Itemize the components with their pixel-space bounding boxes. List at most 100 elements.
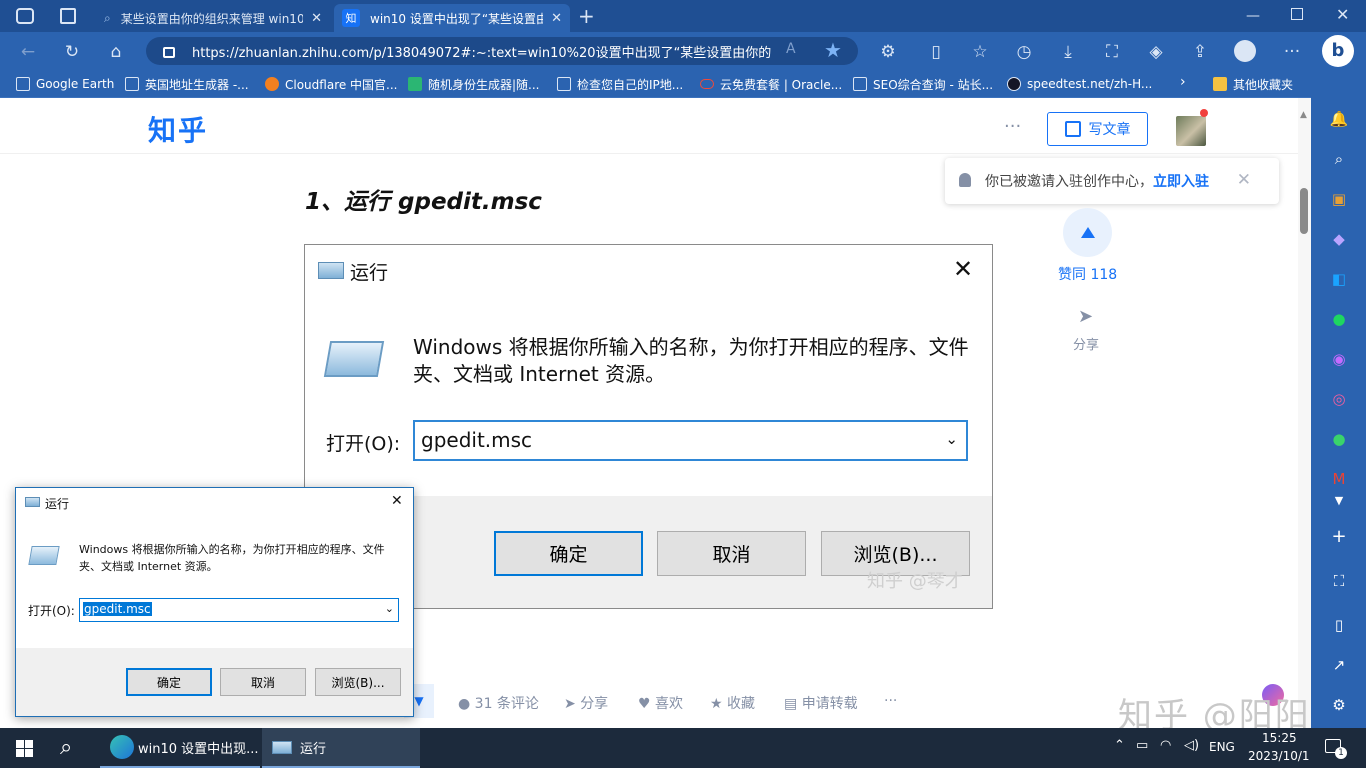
paper-plane-icon[interactable]: ➤ bbox=[1078, 306, 1093, 327]
image-cancel-button: 取消 bbox=[657, 531, 806, 576]
outlook-icon[interactable]: ◧ bbox=[1328, 268, 1350, 290]
close-icon[interactable]: ✕ bbox=[1237, 170, 1251, 190]
capture-icon[interactable]: ⛶ bbox=[1328, 570, 1350, 592]
run-program-icon bbox=[28, 546, 60, 565]
upvote-count: 赞同 118 bbox=[1058, 267, 1118, 283]
fav-google-earth[interactable]: Google Earth bbox=[16, 75, 114, 93]
ok-button[interactable]: 确定 bbox=[126, 668, 212, 696]
zhihu-logo[interactable]: 知乎 bbox=[148, 109, 208, 149]
extensions-icon[interactable]: ⚙ bbox=[876, 40, 900, 64]
messenger-icon[interactable]: ◉ bbox=[1328, 348, 1350, 370]
sidebar-toggle-icon[interactable]: ▯ bbox=[1328, 614, 1350, 636]
share-label[interactable]: 分享 bbox=[1073, 334, 1099, 353]
restore-icon[interactable] bbox=[1291, 8, 1303, 20]
fav-random-identity[interactable]: 随机身份生成器|随... bbox=[408, 75, 540, 93]
refresh-icon[interactable]: ↻ bbox=[60, 40, 84, 64]
triangle-up-icon bbox=[1080, 227, 1095, 238]
avatar[interactable] bbox=[1176, 116, 1206, 146]
security-icon[interactable]: ◈ bbox=[1144, 40, 1168, 64]
collect-button[interactable]: ★ 收藏 bbox=[710, 693, 755, 713]
fav-cloudflare[interactable]: Cloudflare 中国官... bbox=[265, 75, 398, 93]
like-button[interactable]: ♥ 喜欢 bbox=[638, 693, 683, 713]
page-icon bbox=[125, 77, 139, 91]
repost-button[interactable]: ▤ 申请转载 bbox=[784, 693, 858, 713]
tab-win10-article[interactable]: 知 win10 设置中出现了“某些设置由 ✕ bbox=[334, 4, 570, 32]
screenshot-icon[interactable]: ⛶ bbox=[1100, 40, 1124, 64]
downloads-icon[interactable]: ⤓ bbox=[1056, 40, 1080, 64]
volume-icon[interactable]: ◁) bbox=[1184, 738, 1199, 753]
star-icon: ★ bbox=[710, 696, 728, 712]
tab-group-policy[interactable]: ⌕ 某些设置由你的组织来管理 win10 ✕ bbox=[96, 4, 330, 32]
search-icon[interactable]: ⌕ bbox=[60, 735, 72, 760]
scroll-up-icon[interactable]: ▲ bbox=[1300, 110, 1307, 120]
toolbox-icon[interactable]: ▣ bbox=[1328, 188, 1350, 210]
instagram-icon[interactable]: ◎ bbox=[1328, 388, 1350, 410]
spotify-icon[interactable]: ● bbox=[1328, 308, 1350, 330]
bing-chat-icon[interactable]: b bbox=[1322, 35, 1354, 67]
edit-icon bbox=[1064, 121, 1081, 137]
address-input[interactable]: https://zhuanlan.zhihu.com/p/138049072#:… bbox=[146, 37, 858, 65]
lock-icon[interactable] bbox=[163, 47, 175, 58]
dialog-titlebar[interactable]: 运行 ✕ bbox=[16, 488, 413, 518]
scrollbar-thumb[interactable] bbox=[1300, 188, 1308, 234]
taskbar-app-run[interactable]: 运行 bbox=[262, 728, 420, 768]
search-icon[interactable]: ⌕ bbox=[1328, 148, 1350, 170]
split-screen-icon[interactable]: ▯ bbox=[924, 40, 948, 64]
join-now-link[interactable]: 立即入驻 bbox=[1153, 171, 1209, 191]
gear-icon[interactable]: ⚙ bbox=[1328, 694, 1350, 716]
bookmark-icon bbox=[16, 77, 30, 91]
new-tab-button[interactable]: + bbox=[578, 4, 598, 28]
read-aloud-icon[interactable]: A bbox=[786, 41, 796, 57]
chevron-down-icon[interactable]: ⌄ bbox=[385, 602, 394, 615]
clock-time[interactable]: 15:25 bbox=[1262, 731, 1297, 745]
fav-uk-address[interactable]: 英国地址生成器 -... bbox=[125, 75, 249, 93]
close-tab-icon[interactable]: ✕ bbox=[551, 11, 562, 26]
tab-actions-icon[interactable] bbox=[60, 8, 76, 24]
fav-seo[interactable]: SEO综合查询 - 站长... bbox=[853, 75, 993, 93]
taskbar-app-edge[interactable]: win10 设置中出现... bbox=[100, 728, 260, 768]
browse-button[interactable]: 浏览(B)... bbox=[315, 668, 401, 696]
add-icon[interactable]: + bbox=[1328, 526, 1350, 548]
wifi-icon[interactable]: ◠ bbox=[1160, 738, 1171, 753]
cancel-button[interactable]: 取消 bbox=[220, 668, 306, 696]
external-link-icon[interactable]: ↗ bbox=[1328, 654, 1350, 676]
comments-button[interactable]: ● 31 条评论 bbox=[458, 693, 539, 713]
notification-dot bbox=[1200, 109, 1208, 117]
clock-date[interactable]: 2023/10/1 bbox=[1248, 749, 1310, 763]
fav-oracle[interactable]: 云免费套餐 | Oracle... bbox=[700, 75, 842, 93]
whatsapp-icon[interactable]: ● bbox=[1328, 428, 1350, 450]
back-icon[interactable]: ← bbox=[16, 40, 40, 64]
history-icon[interactable]: ◷ bbox=[1012, 40, 1036, 64]
more-options-icon[interactable]: ··· bbox=[1004, 116, 1021, 137]
battery-icon[interactable]: ▭ bbox=[1136, 738, 1148, 753]
close-tab-icon[interactable]: ✕ bbox=[311, 11, 322, 26]
bell-icon[interactable]: 🔔 bbox=[1328, 108, 1350, 130]
windows-start-icon[interactable] bbox=[16, 740, 33, 757]
image-command-field: gpedit.msc ⌄ bbox=[413, 420, 968, 461]
settings-more-icon[interactable]: ··· bbox=[1280, 40, 1304, 64]
favorite-star-icon[interactable]: ★ bbox=[824, 38, 842, 62]
favorites-icon[interactable]: ☆ bbox=[968, 40, 992, 64]
upvote-button[interactable] bbox=[1063, 208, 1112, 257]
chevron-down-icon[interactable]: ▼ bbox=[1328, 490, 1350, 512]
person-icon bbox=[408, 77, 422, 91]
share-icon[interactable]: ⇪ bbox=[1188, 40, 1212, 64]
more-actions-icon[interactable]: ··· bbox=[884, 693, 897, 709]
command-input[interactable]: gpedit.msc ⌄ bbox=[79, 598, 399, 622]
minimize-icon[interactable]: — bbox=[1246, 8, 1260, 24]
copilot-icon[interactable]: ◆ bbox=[1328, 228, 1350, 250]
write-article-button[interactable]: 写文章 bbox=[1047, 112, 1148, 146]
profile-avatar-icon[interactable] bbox=[1234, 40, 1256, 62]
fav-speedtest[interactable]: speedtest.net/zh-H... bbox=[1007, 75, 1152, 93]
close-window-icon[interactable]: ✕ bbox=[1336, 5, 1349, 24]
fav-other-folder[interactable]: 其他收藏夹 bbox=[1213, 75, 1293, 93]
share-button[interactable]: ➤ 分享 bbox=[564, 693, 608, 713]
input-language[interactable]: ENG bbox=[1209, 740, 1235, 754]
close-icon[interactable]: ✕ bbox=[391, 493, 403, 509]
home-icon[interactable]: ⌂ bbox=[104, 40, 128, 64]
show-hidden-icons[interactable]: ⌃ bbox=[1114, 738, 1125, 753]
fav-check-ip[interactable]: 检查您自己的IP地... bbox=[557, 75, 683, 93]
chevron-right-icon[interactable]: › bbox=[1180, 74, 1186, 90]
gmail-icon[interactable]: M bbox=[1328, 468, 1350, 490]
workspaces-icon[interactable] bbox=[16, 8, 34, 24]
